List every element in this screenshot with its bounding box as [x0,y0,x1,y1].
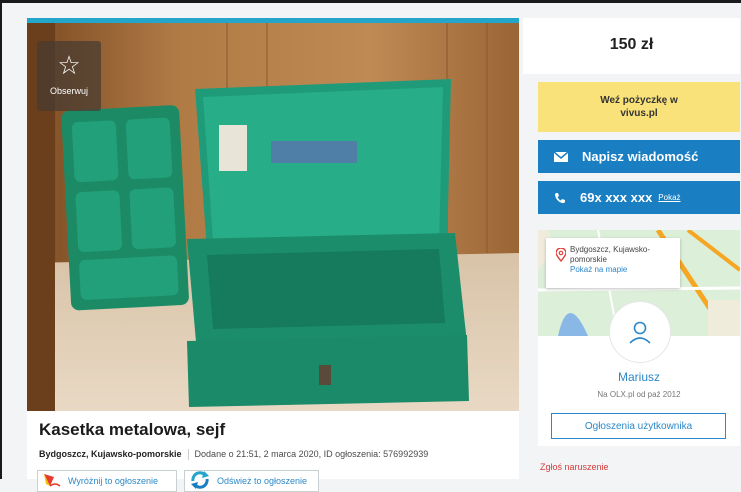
envelope-icon [554,151,568,162]
map-location-card: Bydgoszcz, Kujawsko-pomorskie Pokaż na m… [546,238,680,288]
phone-show-link[interactable]: Pokaż [658,193,680,202]
listing-card: ☆ Obserwuj Kasetka metalowa, sejf Bydgos… [27,18,519,492]
follow-label: Obserwuj [49,86,88,96]
price-value: 150 zł [609,36,654,53]
listing-location[interactable]: Bydgoszcz, Kujawsko-pomorskie [39,449,182,459]
star-icon: ☆ [57,51,81,81]
refresh-icon [189,471,211,491]
highlight-button[interactable]: Wyróżnij to ogłoszenie [37,470,177,492]
send-message-label: Napisz wiadomość [582,149,699,164]
phone-button[interactable]: 69x xxx xxx Pokaż [538,181,740,214]
user-icon [629,321,651,344]
highlight-label: Wyróżnij to ogłoszenie [68,476,158,486]
user-name[interactable]: Mariusz [538,370,740,384]
listing-meta: Bydgoszcz, Kujawsko-pomorskie Dodane o 21… [39,449,429,461]
refresh-button[interactable]: Odśwież to ogłoszenie [184,470,319,492]
refresh-label: Odśwież to ogłoszenie [217,476,308,486]
kite-icon [42,472,62,490]
report-link[interactable]: Zgłoś naruszenie [540,462,609,472]
price-box: 150 zł [523,18,740,74]
show-on-map-link[interactable]: Pokaż na mapie [570,265,676,275]
loan-text: Weź pożyczkę w vivus.pl [600,95,678,119]
listing-title: Kasetka metalowa, sejf [39,420,226,439]
follow-button[interactable]: ☆ Obserwuj [37,41,101,111]
send-message-button[interactable]: Napisz wiadomość [538,140,740,173]
phone-icon [554,192,566,204]
location-pin-icon [555,247,567,265]
user-since: Na OLX.pl od paź 2012 [597,390,681,399]
listing-added: Dodane o 21:51, 2 marca 2020, ID ogłosze… [194,449,429,459]
user-ads-button[interactable]: Ogłoszenia użytkownika [551,413,726,439]
phone-number: 69x xxx xxx [580,190,653,205]
meta-divider [187,449,189,461]
map-location-text: Bydgoszcz, Kujawsko-pomorskie [570,245,651,264]
listing-photo[interactable]: ☆ Obserwuj [27,23,519,411]
avatar[interactable] [609,301,671,363]
loan-ad[interactable]: Weź pożyczkę w vivus.pl [538,82,740,132]
